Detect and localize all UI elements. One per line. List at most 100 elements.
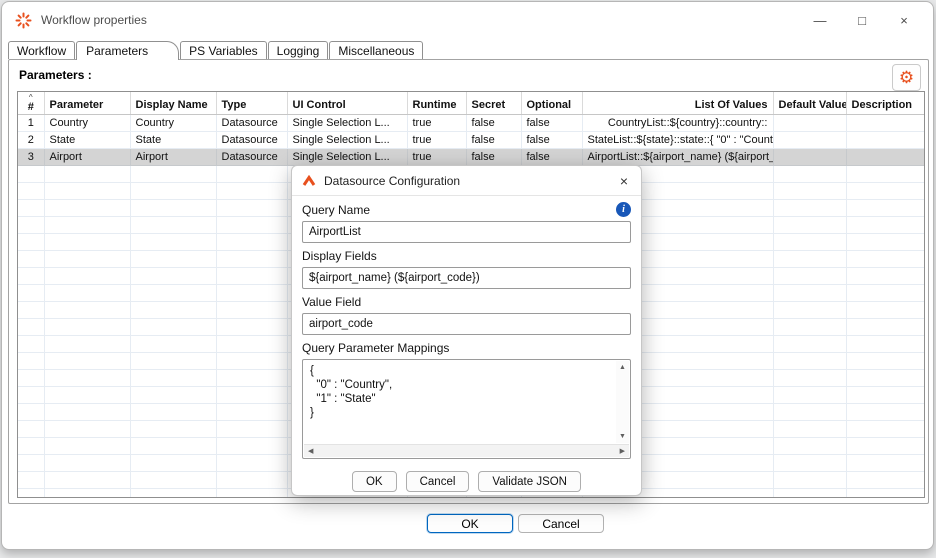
table-cell — [773, 352, 846, 369]
table-row[interactable]: 2StateStateDatasourceSingle Selection L.… — [18, 131, 925, 148]
minimize-button[interactable]: — — [799, 5, 841, 35]
table-cell — [44, 471, 130, 488]
table-cell — [216, 352, 287, 369]
table-cell — [216, 386, 287, 403]
table-cell — [773, 131, 846, 148]
table-cell — [44, 199, 130, 216]
table-cell: CountryList::${country}::country:: — [582, 114, 773, 131]
table-cell — [773, 403, 846, 420]
table-cell — [18, 420, 44, 437]
query-name-field[interactable] — [302, 221, 631, 243]
column-header[interactable]: Secret — [466, 92, 521, 114]
ok-button[interactable]: OK — [427, 514, 513, 533]
info-icon[interactable]: i — [616, 202, 631, 217]
column-header[interactable]: Description — [846, 92, 925, 114]
table-cell — [44, 267, 130, 284]
table-cell — [846, 216, 925, 233]
table-cell — [18, 233, 44, 250]
table-cell — [216, 318, 287, 335]
scroll-down-icon[interactable]: ▼ — [619, 433, 626, 440]
dialog-close-icon[interactable]: × — [617, 174, 631, 188]
vertical-scrollbar[interactable]: ▲ ▼ — [616, 361, 629, 443]
scroll-up-icon[interactable]: ▲ — [619, 364, 626, 371]
table-row[interactable]: 3AirportAirportDatasourceSingle Selectio… — [18, 148, 925, 165]
tab-miscellaneous[interactable]: Miscellaneous — [329, 41, 423, 59]
table-cell: false — [521, 114, 582, 131]
table-cell — [18, 301, 44, 318]
display-fields-field[interactable] — [302, 267, 631, 289]
table-cell — [18, 437, 44, 454]
table-cell — [130, 352, 216, 369]
column-header[interactable]: List Of Values — [582, 92, 773, 114]
column-header[interactable]: Optional — [521, 92, 582, 114]
table-cell — [18, 216, 44, 233]
query-parameter-mappings-editor[interactable]: { "0" : "Country", "1" : "State" } ▲ ▼ ◀… — [302, 359, 631, 459]
dialog-cancel-button[interactable]: Cancel — [406, 471, 470, 492]
table-cell — [130, 318, 216, 335]
table-cell — [846, 318, 925, 335]
table-cell: Country — [130, 114, 216, 131]
chevron-up-icon — [302, 175, 316, 187]
table-cell — [846, 335, 925, 352]
table-cell — [773, 267, 846, 284]
tab-ps-variables[interactable]: PS Variables — [180, 41, 266, 59]
scroll-left-icon[interactable]: ◀ — [308, 448, 313, 455]
maximize-button[interactable]: □ — [841, 5, 883, 35]
table-cell: true — [407, 131, 466, 148]
table-cell — [773, 148, 846, 165]
table-cell — [846, 420, 925, 437]
dialog-buttons: OK Cancel Validate JSON — [302, 471, 631, 492]
table-row[interactable]: 1CountryCountryDatasourceSingle Selectio… — [18, 114, 925, 131]
table-cell — [130, 216, 216, 233]
column-header[interactable]: ^# — [18, 92, 44, 114]
table-cell — [773, 284, 846, 301]
table-cell — [130, 471, 216, 488]
column-header[interactable]: Default Value — [773, 92, 846, 114]
table-cell — [216, 454, 287, 471]
close-button[interactable]: × — [883, 5, 925, 35]
parameters-label: Parameters : — [19, 68, 92, 82]
table-cell — [18, 318, 44, 335]
table-cell — [846, 165, 925, 182]
table-cell — [130, 267, 216, 284]
table-cell — [44, 301, 130, 318]
column-header[interactable]: UI Control — [287, 92, 407, 114]
table-cell: false — [521, 131, 582, 148]
table-cell — [773, 216, 846, 233]
value-field-label: Value Field — [302, 295, 631, 309]
column-header[interactable]: Display Name — [130, 92, 216, 114]
column-header[interactable]: Runtime — [407, 92, 466, 114]
value-field-field[interactable] — [302, 313, 631, 335]
table-cell — [130, 403, 216, 420]
table-cell — [846, 301, 925, 318]
table-cell — [773, 454, 846, 471]
table-cell — [773, 301, 846, 318]
dialog-ok-button[interactable]: OK — [352, 471, 397, 492]
horizontal-scrollbar[interactable]: ◀ ▶ — [304, 444, 629, 457]
validate-json-button[interactable]: Validate JSON — [478, 471, 581, 492]
table-cell: false — [466, 114, 521, 131]
table-cell — [130, 386, 216, 403]
column-header[interactable]: Type — [216, 92, 287, 114]
table-cell: Airport — [44, 148, 130, 165]
table-cell: State — [44, 131, 130, 148]
scroll-right-icon[interactable]: ▶ — [620, 448, 625, 455]
table-cell — [773, 488, 846, 498]
cancel-button[interactable]: Cancel — [518, 514, 604, 533]
column-header[interactable]: Parameter — [44, 92, 130, 114]
tab-workflow[interactable]: Workflow — [8, 41, 75, 59]
dialog-title-bar: Datasource Configuration × — [292, 166, 641, 196]
tab-logging[interactable]: Logging — [268, 41, 329, 59]
table-cell: true — [407, 114, 466, 131]
tab-parameters[interactable]: Parameters — [76, 41, 179, 60]
workflow-properties-window: Workflow properties — □ × Workflow Param… — [1, 1, 934, 550]
table-cell — [44, 403, 130, 420]
table-cell — [130, 233, 216, 250]
table-cell — [18, 454, 44, 471]
table-cell — [44, 352, 130, 369]
table-cell — [773, 233, 846, 250]
table-cell — [18, 182, 44, 199]
settings-button[interactable]: ⚙ — [892, 64, 921, 91]
table-cell — [846, 386, 925, 403]
mappings-json-text: { "0" : "Country", "1" : "State" } — [310, 364, 612, 442]
